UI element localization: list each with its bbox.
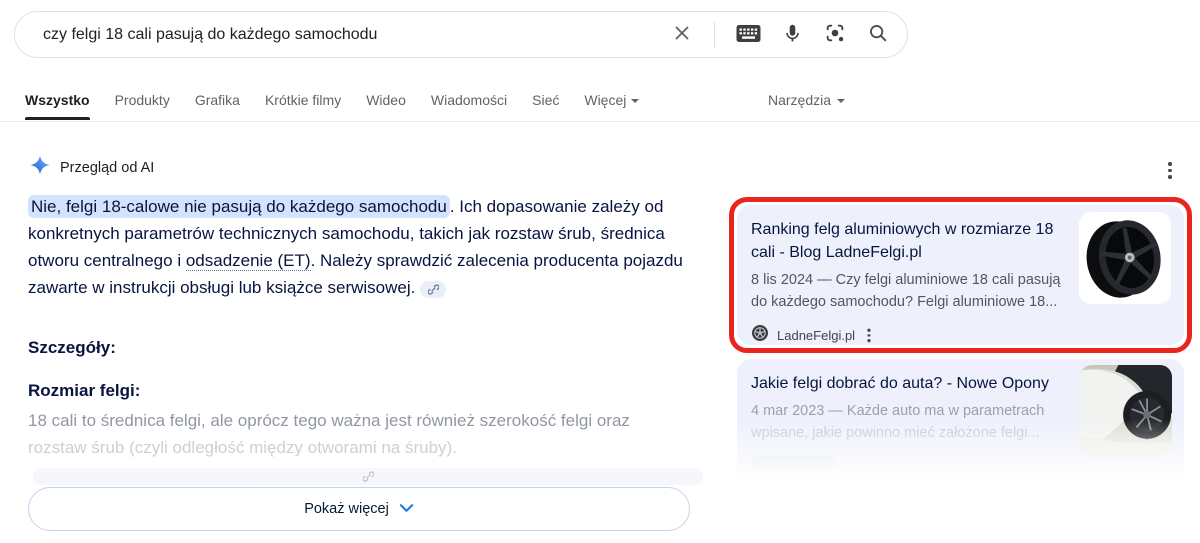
tab-label: Wszystko — [25, 92, 90, 108]
ai-overview-label: Przegląd od AI — [60, 160, 154, 176]
result-snippet: 4 mar 2023 — Każde auto ma w parametrach… — [751, 400, 1069, 444]
source-name: LadneFelgi.pl — [777, 328, 855, 343]
clear-search-button[interactable] — [671, 22, 693, 47]
search-icon — [867, 22, 889, 47]
faded-line: 18 cali to średnica felgi, ale oprócz te… — [28, 407, 698, 434]
tab-label: Grafika — [195, 92, 240, 108]
show-more-label: Pokaż więcej — [304, 501, 389, 517]
google-lens-button[interactable] — [824, 22, 846, 47]
ai-answer-paragraph: Nie, felgi 18-calowe nie pasują do każde… — [28, 193, 686, 301]
search-bar[interactable] — [14, 11, 908, 58]
citation-chip[interactable] — [420, 281, 446, 298]
results-tabs: Wszystko Produkty Grafika Krótkie filmy … — [0, 84, 1200, 122]
tab-label: Wiadomości — [431, 92, 507, 108]
result-menu-button[interactable] — [864, 325, 873, 345]
citation-chip[interactable] — [33, 468, 703, 485]
result-card-jakie-felgi[interactable]: Jakie felgi dobrać do auta? - Nowe Opony… — [737, 359, 1184, 485]
camera-lens-icon — [824, 22, 846, 47]
chevron-down-icon — [837, 99, 845, 103]
tab-wszystko[interactable]: Wszystko — [25, 84, 90, 116]
tab-wiecej[interactable]: Więcej — [584, 84, 639, 116]
result-title[interactable]: Jakie felgi dobrać do auta? - Nowe Opony — [751, 372, 1069, 395]
tab-wideo[interactable]: Wideo — [366, 84, 406, 116]
tab-siec[interactable]: Sieć — [532, 84, 559, 116]
ai-sparkle-icon — [30, 155, 50, 180]
tab-produkty[interactable]: Produkty — [115, 84, 170, 116]
chevron-down-icon — [399, 501, 414, 517]
result-card-ranking-felg[interactable]: Ranking felg aluminiowych w rozmiarze 18… — [737, 205, 1184, 345]
result-thumbnail-alloy-wheel[interactable] — [1079, 212, 1171, 304]
ai-overview-menu-button[interactable] — [1164, 158, 1176, 183]
result-thumbnail-car-wheel[interactable] — [1080, 365, 1172, 457]
close-icon — [671, 22, 693, 47]
tab-krotkie-filmy[interactable]: Krótkie filmy — [265, 84, 341, 116]
answer-inline-link[interactable]: odsadzenie (ET) — [186, 251, 311, 271]
tools-label: Narzędzia — [768, 92, 831, 108]
tab-label: Krótkie filmy — [265, 92, 341, 108]
fading-source-row — [751, 456, 835, 469]
result-title[interactable]: Ranking felg aluminiowych w rozmiarze 18… — [751, 218, 1069, 264]
search-submit-button[interactable] — [867, 22, 889, 47]
details-heading: Szczegóły: — [28, 338, 116, 358]
tab-label: Więcej — [584, 92, 626, 108]
result-source-row[interactable]: LadneFelgi.pl — [751, 323, 1069, 348]
voice-search-button[interactable] — [782, 23, 803, 47]
show-more-button[interactable]: Pokaż więcej — [28, 487, 690, 531]
chevron-down-icon — [631, 99, 639, 103]
active-tab-underline — [25, 117, 90, 120]
highlighted-answer: Nie, felgi 18-calowe nie pasują do każde… — [28, 195, 450, 218]
truncated-answer-text: 18 cali to średnica felgi, ale oprócz te… — [28, 407, 698, 488]
rim-size-heading: Rozmiar felgi: — [28, 381, 140, 401]
tab-label: Sieć — [532, 92, 559, 108]
faded-line: rozstaw śrub (czyli odległość między otw… — [28, 434, 698, 488]
search-bar-divider — [714, 22, 715, 48]
microphone-icon — [782, 23, 803, 47]
tab-wiadomosci[interactable]: Wiadomości — [431, 84, 507, 116]
site-favicon-wheel-icon — [751, 324, 769, 347]
virtual-keyboard-button[interactable] — [736, 24, 761, 46]
tab-label: Produkty — [115, 92, 170, 108]
keyboard-icon — [736, 24, 761, 46]
tools-menu[interactable]: Narzędzia — [768, 84, 845, 116]
search-input[interactable] — [41, 25, 671, 45]
result-snippet: 8 lis 2024 — Czy felgi aluminiowe 18 cal… — [751, 269, 1069, 313]
tab-label: Wideo — [366, 92, 406, 108]
ai-overview-header: Przegląd od AI — [30, 155, 154, 180]
tab-grafika[interactable]: Grafika — [195, 84, 240, 116]
